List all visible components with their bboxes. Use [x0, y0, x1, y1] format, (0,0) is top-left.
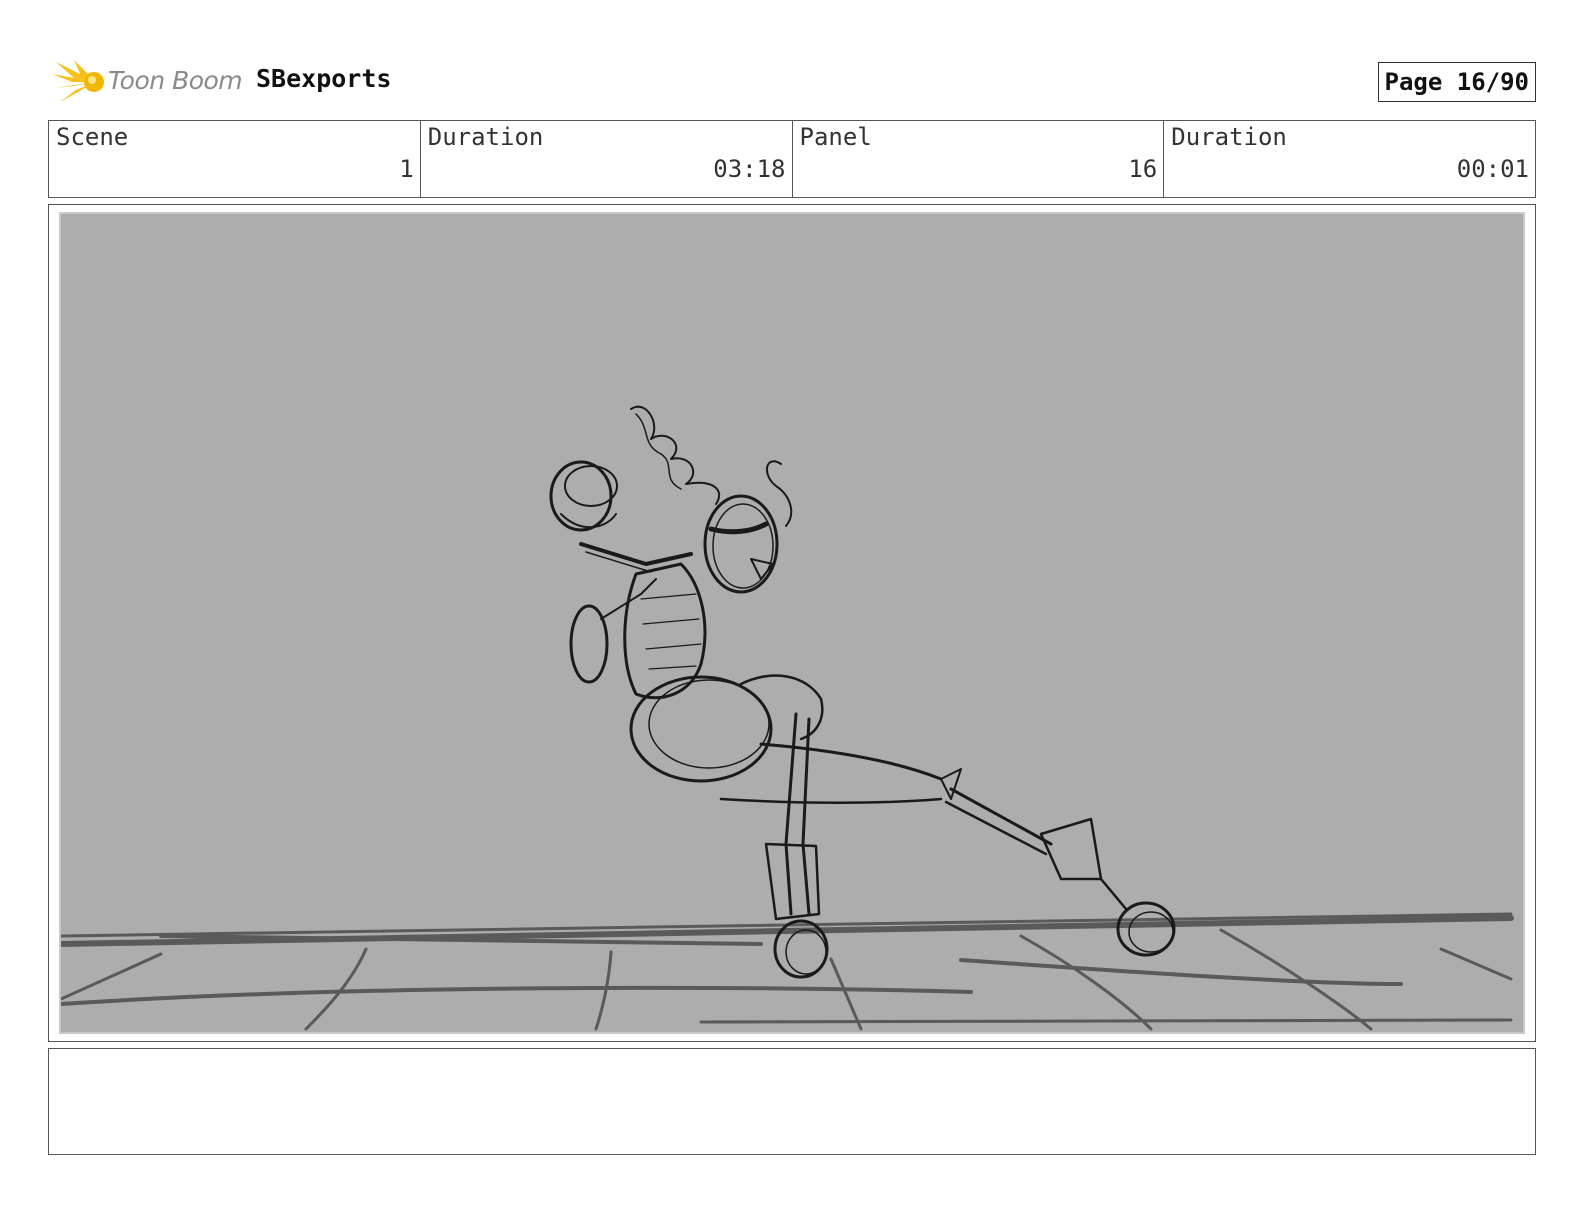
scene-duration-label: Duration	[427, 123, 544, 151]
panel-notes-box	[48, 1048, 1536, 1155]
project-name: SBexports	[256, 64, 392, 93]
page-indicator: Page 16/90	[1377, 62, 1536, 102]
scene-info-table: Scene 1 Duration 03:18 Panel 16 Duration…	[48, 120, 1536, 198]
scene-cell: Scene 1	[49, 121, 421, 197]
logo-text: Toon Boom	[108, 66, 243, 95]
scene-duration-value: 03:18	[713, 155, 786, 183]
sketch-drawing	[61, 405, 1514, 1031]
panel-duration-value: 00:01	[1456, 155, 1529, 183]
panel-frame	[48, 204, 1536, 1042]
scene-duration-cell: Duration 03:18	[421, 121, 793, 197]
toon-boom-logo: Toon Boom	[52, 56, 243, 106]
starburst-icon	[52, 60, 104, 102]
character-sketch	[549, 405, 1176, 979]
scene-label: Scene	[56, 123, 129, 151]
panel-label: Panel	[799, 123, 872, 151]
scene-value: 1	[399, 155, 414, 183]
panel-duration-label: Duration	[1171, 123, 1287, 151]
storyboard-header: Toon Boom SBexports Page 16/90	[48, 54, 1536, 108]
panel-duration-cell: Duration 00:01	[1164, 121, 1535, 197]
storyboard-panel-image	[59, 212, 1525, 1034]
panel-cell: Panel 16	[793, 121, 1165, 197]
panel-value: 16	[1128, 155, 1158, 183]
